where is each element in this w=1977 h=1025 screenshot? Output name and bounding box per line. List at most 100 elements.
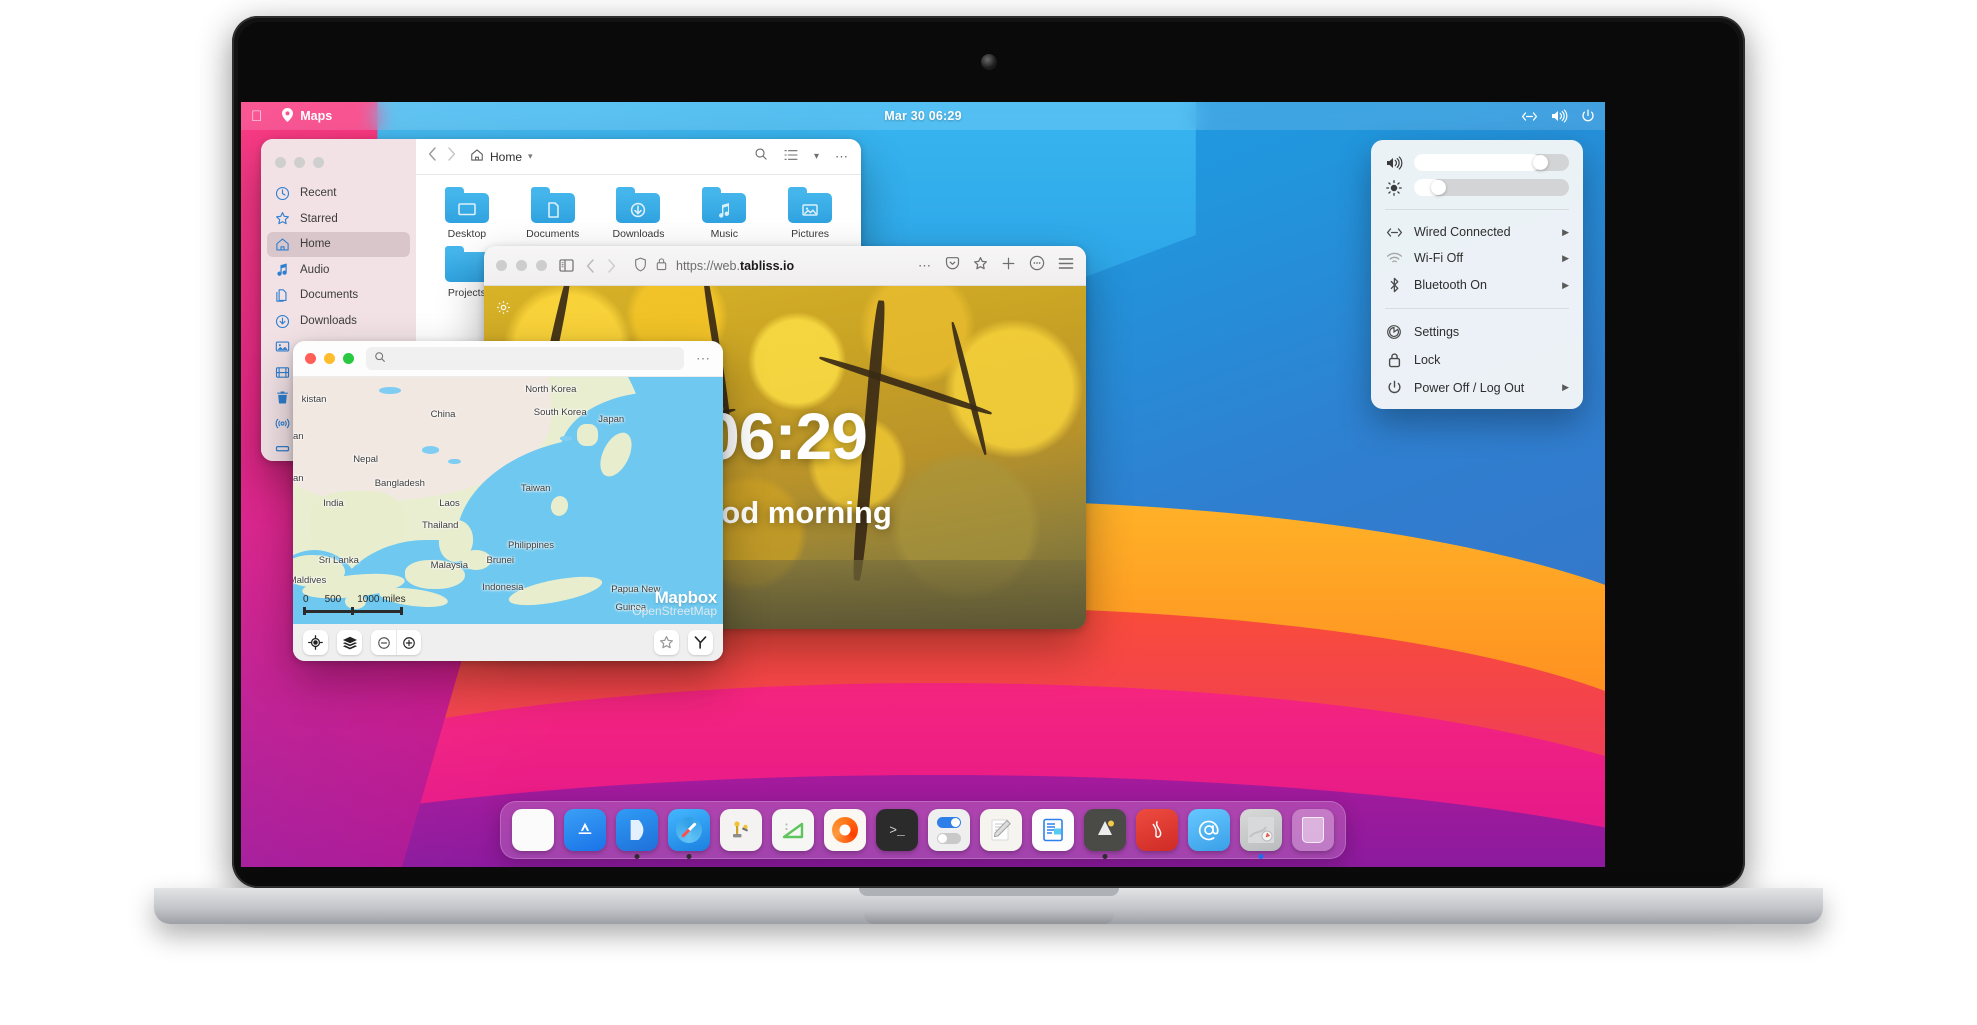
hamburger-menu-icon[interactable] [1058,257,1074,275]
volume-slider-row[interactable] [1371,150,1583,175]
chevron-right-icon[interactable]: ▶ [1562,280,1569,291]
forward-button[interactable] [607,258,616,273]
minimize-button[interactable] [294,157,305,168]
dock-item-documents-editor[interactable] [1032,809,1074,851]
dock-item-trash[interactable] [1292,809,1334,851]
folder-item[interactable]: Desktop [426,187,508,240]
dock-item-app-store[interactable] [564,809,606,851]
minimize-button[interactable] [516,260,527,271]
zoom-out-icon[interactable] [371,630,396,655]
maximize-button[interactable] [343,353,354,364]
browser-window-controls[interactable] [496,260,547,271]
sidebar-item-documents[interactable]: Documents [267,283,410,308]
pdf-reader-icon [1136,809,1178,851]
sidebar-item-downloads[interactable]: Downloads [267,309,410,334]
chevron-right-icon[interactable]: ▶ [1562,382,1569,393]
folder-label: Downloads [612,228,665,240]
folder-label: Projects [447,287,486,299]
volume-icon[interactable] [1551,109,1568,123]
power-icon[interactable] [1581,109,1595,123]
projects-folder-icon [444,246,489,282]
file-manager-window-controls[interactable] [261,147,416,180]
close-button[interactable] [305,353,316,364]
account-circle-icon[interactable] [1029,255,1045,276]
chevron-down-icon[interactable]: ▾ [528,151,533,162]
maximize-button[interactable] [536,260,547,271]
dock-item-maps[interactable] [1240,809,1282,859]
dock-item-settings[interactable] [928,809,970,851]
ellipsis-icon[interactable]: ⋯ [696,350,711,367]
chevron-right-icon[interactable]: ▶ [1562,227,1569,238]
menu-item-wifi[interactable]: Wi-Fi Off ▶ [1371,245,1583,271]
zoom-in-icon[interactable] [396,630,421,655]
menu-item-lock[interactable]: Lock [1371,346,1583,374]
menu-item-wired[interactable]: Wired Connected ▶ [1371,219,1583,245]
dock-item-terminal[interactable]: >_ [876,809,918,851]
folder-item[interactable]: Downloads [598,187,680,240]
dock-item-gimp[interactable] [824,809,866,851]
new-tab-plus-icon[interactable] [1001,256,1016,276]
sidebar-item-starred[interactable]: Starred [267,207,410,232]
sidebar-item-recent[interactable]: Recent [267,181,410,206]
network-wired-icon[interactable] [1521,110,1538,123]
map-label: Maldives [293,574,327,586]
folder-item[interactable]: Documents [512,187,594,240]
dock-item-launchpad[interactable] [512,809,554,851]
maps-window-controls[interactable] [305,353,354,364]
layers-icon[interactable] [337,630,362,655]
breadcrumb[interactable]: Home ▾ [470,148,533,165]
running-indicator [1258,854,1264,859]
map-canvas[interactable]: kistan an an North Korea South Korea Jap… [293,377,723,624]
search-icon[interactable] [754,147,768,166]
menu-item-power[interactable]: Power Off / Log Out ▶ [1371,374,1583,401]
ellipsis-icon[interactable]: ⋯ [835,149,849,165]
dock-item-safari[interactable] [668,809,710,859]
maps-window[interactable]: ⋯ kistan an an North Korea South Korea J… [293,341,723,661]
brightness-slider-row[interactable] [1371,175,1583,200]
list-view-icon[interactable] [784,148,798,166]
browser-toolbar: https://web.tabliss.io ⋯ [484,246,1086,286]
menu-item-settings[interactable]: Settings [1371,318,1583,346]
brightness-slider[interactable] [1414,179,1569,196]
chevron-right-icon[interactable]: ▶ [1562,253,1569,264]
menu-item-bluetooth[interactable]: Bluetooth On ▶ [1371,271,1583,299]
menu-bar-active-app[interactable]: Maps [282,107,332,125]
locate-me-icon[interactable] [303,630,328,655]
maximize-button[interactable] [313,157,324,168]
dock-item-notes[interactable] [980,809,1022,851]
dock-item-mail[interactable] [1188,809,1230,851]
zoom-controls[interactable] [371,630,421,655]
bookmark-star-icon[interactable] [973,256,988,276]
sidebar-toggle-icon[interactable] [559,259,574,272]
close-button[interactable] [496,260,507,271]
page-actions-ellipsis-icon[interactable]: ⋯ [918,258,932,274]
shield-icon[interactable] [634,257,647,275]
dock-item-pdf-reader[interactable] [1136,809,1178,851]
favorites-star-icon[interactable] [654,630,679,655]
dock-item-files[interactable] [616,809,658,859]
maps-search-field[interactable] [366,347,684,370]
sidebar-item-home[interactable]: Home [267,232,410,257]
minimize-button[interactable] [324,353,335,364]
system-status-menu[interactable]: Wired Connected ▶ Wi-Fi Off ▶ Bluetooth … [1371,140,1583,409]
directions-route-icon[interactable] [688,630,713,655]
pocket-save-icon[interactable] [945,256,960,276]
dock-item-drawing[interactable] [772,809,814,851]
sidebar-item-audio[interactable]: Audio [267,258,410,283]
close-button[interactable] [275,157,286,168]
network-icon [275,416,290,431]
dock-item-automation[interactable] [720,809,762,851]
view-options-caret-icon[interactable]: ▾ [814,151,819,162]
forward-button[interactable] [447,147,456,166]
volume-slider[interactable] [1414,154,1569,171]
back-button[interactable] [428,147,437,166]
dock-item-inkscape[interactable] [1084,809,1126,859]
back-button[interactable] [586,258,595,273]
folder-item[interactable]: Pictures [769,187,851,240]
address-bar[interactable]: https://web.tabliss.io [628,257,906,275]
apple-logo-icon[interactable]:  [251,109,262,124]
gear-icon[interactable] [496,300,511,320]
folder-item[interactable]: Music [683,187,765,240]
bluetooth-icon [1385,277,1403,293]
menu-bar-clock[interactable]: Mar 30 06:29 [884,109,961,123]
